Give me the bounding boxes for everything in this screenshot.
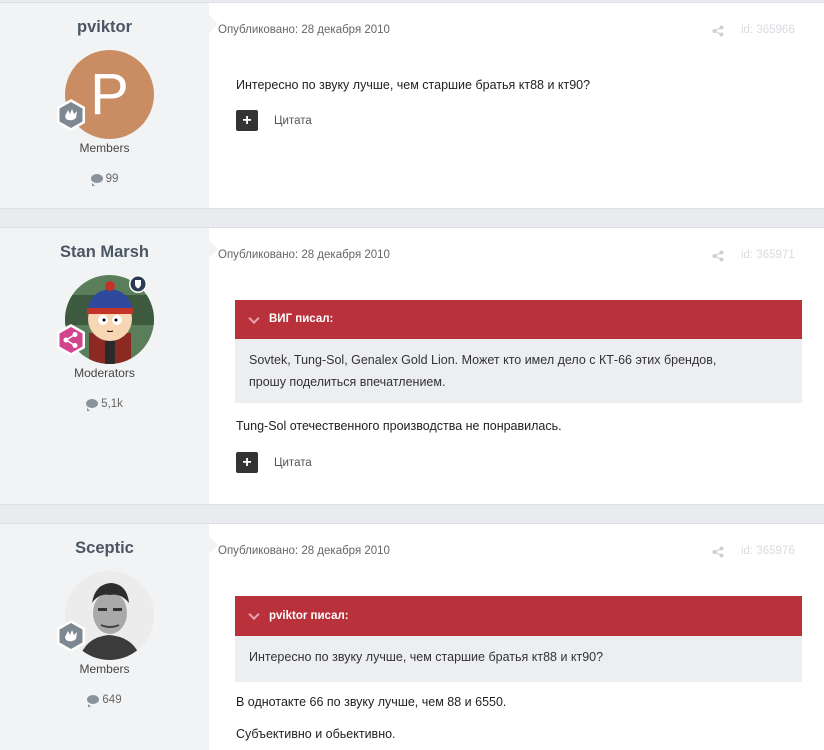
post-id[interactable]: id: 365971 bbox=[741, 249, 795, 261]
multiquote-button[interactable]: + bbox=[236, 452, 258, 473]
shield-icon bbox=[129, 275, 147, 293]
author-name-link[interactable]: Sceptic bbox=[0, 539, 209, 558]
hand-badge-icon bbox=[57, 99, 85, 131]
post-date[interactable]: Опубликовано: 28 декабря 2010 bbox=[218, 24, 390, 36]
post-id[interactable]: id: 365966 bbox=[741, 24, 795, 36]
plus-icon: + bbox=[242, 112, 252, 129]
comment-icon bbox=[86, 399, 99, 411]
post-id[interactable]: id: 365976 bbox=[741, 545, 795, 557]
comment-icon bbox=[87, 695, 100, 707]
author-panel: Stan Marsh Moderators 5,1k bbox=[0, 228, 209, 504]
share-icon[interactable] bbox=[712, 25, 724, 37]
post-body: Опубликовано: 28 декабря 2010 id: 365966… bbox=[209, 3, 824, 208]
quote-author: pviktor писал: bbox=[269, 610, 349, 622]
chevron-down-icon[interactable] bbox=[248, 312, 260, 324]
quote-citation[interactable]: pviktor писал: bbox=[235, 596, 802, 636]
author-name-link[interactable]: Stan Marsh bbox=[0, 243, 209, 262]
post-date[interactable]: Опубликовано: 28 декабря 2010 bbox=[218, 545, 390, 557]
quote-content: Sovtek, Tung-Sol, Genalex Gold Lion. Мож… bbox=[235, 339, 802, 393]
post-count-value: 5,1k bbox=[101, 398, 123, 410]
member-group: Members bbox=[79, 141, 130, 155]
blockquote: ВИГ писал: Sovtek, Tung-Sol, Genalex Gol… bbox=[235, 300, 802, 403]
author-panel: pviktor P Members 99 bbox=[0, 3, 209, 208]
share-badge-icon bbox=[57, 324, 85, 356]
author-panel: Sceptic Members 649 bbox=[0, 524, 209, 750]
chevron-down-icon[interactable] bbox=[248, 608, 260, 621]
post-body: Опубликовано: 28 декабря 2010 id: 365971… bbox=[209, 228, 824, 504]
post-count[interactable]: 99 bbox=[0, 173, 209, 186]
quote-button[interactable]: Цитата bbox=[274, 115, 312, 127]
author-name-link[interactable]: pviktor bbox=[0, 18, 209, 37]
member-group: Members bbox=[79, 662, 130, 676]
quote-button[interactable]: Цитата bbox=[274, 457, 312, 469]
share-icon[interactable] bbox=[712, 546, 724, 558]
post-text: В однотакте 66 по звуку лучше, чем 88 и … bbox=[236, 695, 507, 709]
post-365966: pviktor P Members 99 Опубликовано: 28 де… bbox=[0, 2, 824, 209]
post-count-value: 99 bbox=[105, 173, 119, 185]
share-icon[interactable] bbox=[712, 250, 724, 262]
multiquote-button[interactable]: + bbox=[236, 110, 258, 131]
post-count[interactable]: 5,1k bbox=[0, 398, 209, 411]
member-group: Moderators bbox=[74, 366, 135, 380]
quote-line: прошу поделиться впечатлением. bbox=[249, 375, 446, 389]
hand-badge-icon bbox=[57, 620, 85, 652]
plus-icon: + bbox=[242, 454, 252, 471]
post-count[interactable]: 649 bbox=[0, 694, 209, 707]
quote-line: Sovtek, Tung-Sol, Genalex Gold Lion. Мож… bbox=[249, 353, 717, 367]
post-365976: Sceptic Members 649 Опубликовано: 28 дек… bbox=[0, 523, 824, 750]
post-text: Субъективно и обьективно. bbox=[236, 727, 396, 741]
quote-content: Интересно по звуку лучше, чем старшие бр… bbox=[235, 636, 802, 668]
comment-icon bbox=[90, 174, 103, 186]
post-body: Опубликовано: 28 декабря 2010 id: 365976… bbox=[209, 524, 824, 750]
post-date[interactable]: Опубликовано: 28 декабря 2010 bbox=[218, 249, 390, 261]
blockquote: pviktor писал: Интересно по звуку лучше,… bbox=[235, 596, 802, 682]
quote-author: ВИГ писал: bbox=[269, 313, 334, 325]
post-365971: Stan Marsh Moderators 5,1k Опубликовано:… bbox=[0, 227, 824, 505]
quote-citation[interactable]: ВИГ писал: bbox=[235, 300, 802, 339]
post-text: Интересно по звуку лучше, чем старшие бр… bbox=[236, 78, 591, 92]
post-text: Tung-Sol отечественного производства не … bbox=[236, 419, 562, 433]
post-count-value: 649 bbox=[102, 694, 122, 706]
quote-line: Интересно по звуку лучше, чем старшие бр… bbox=[249, 650, 604, 664]
